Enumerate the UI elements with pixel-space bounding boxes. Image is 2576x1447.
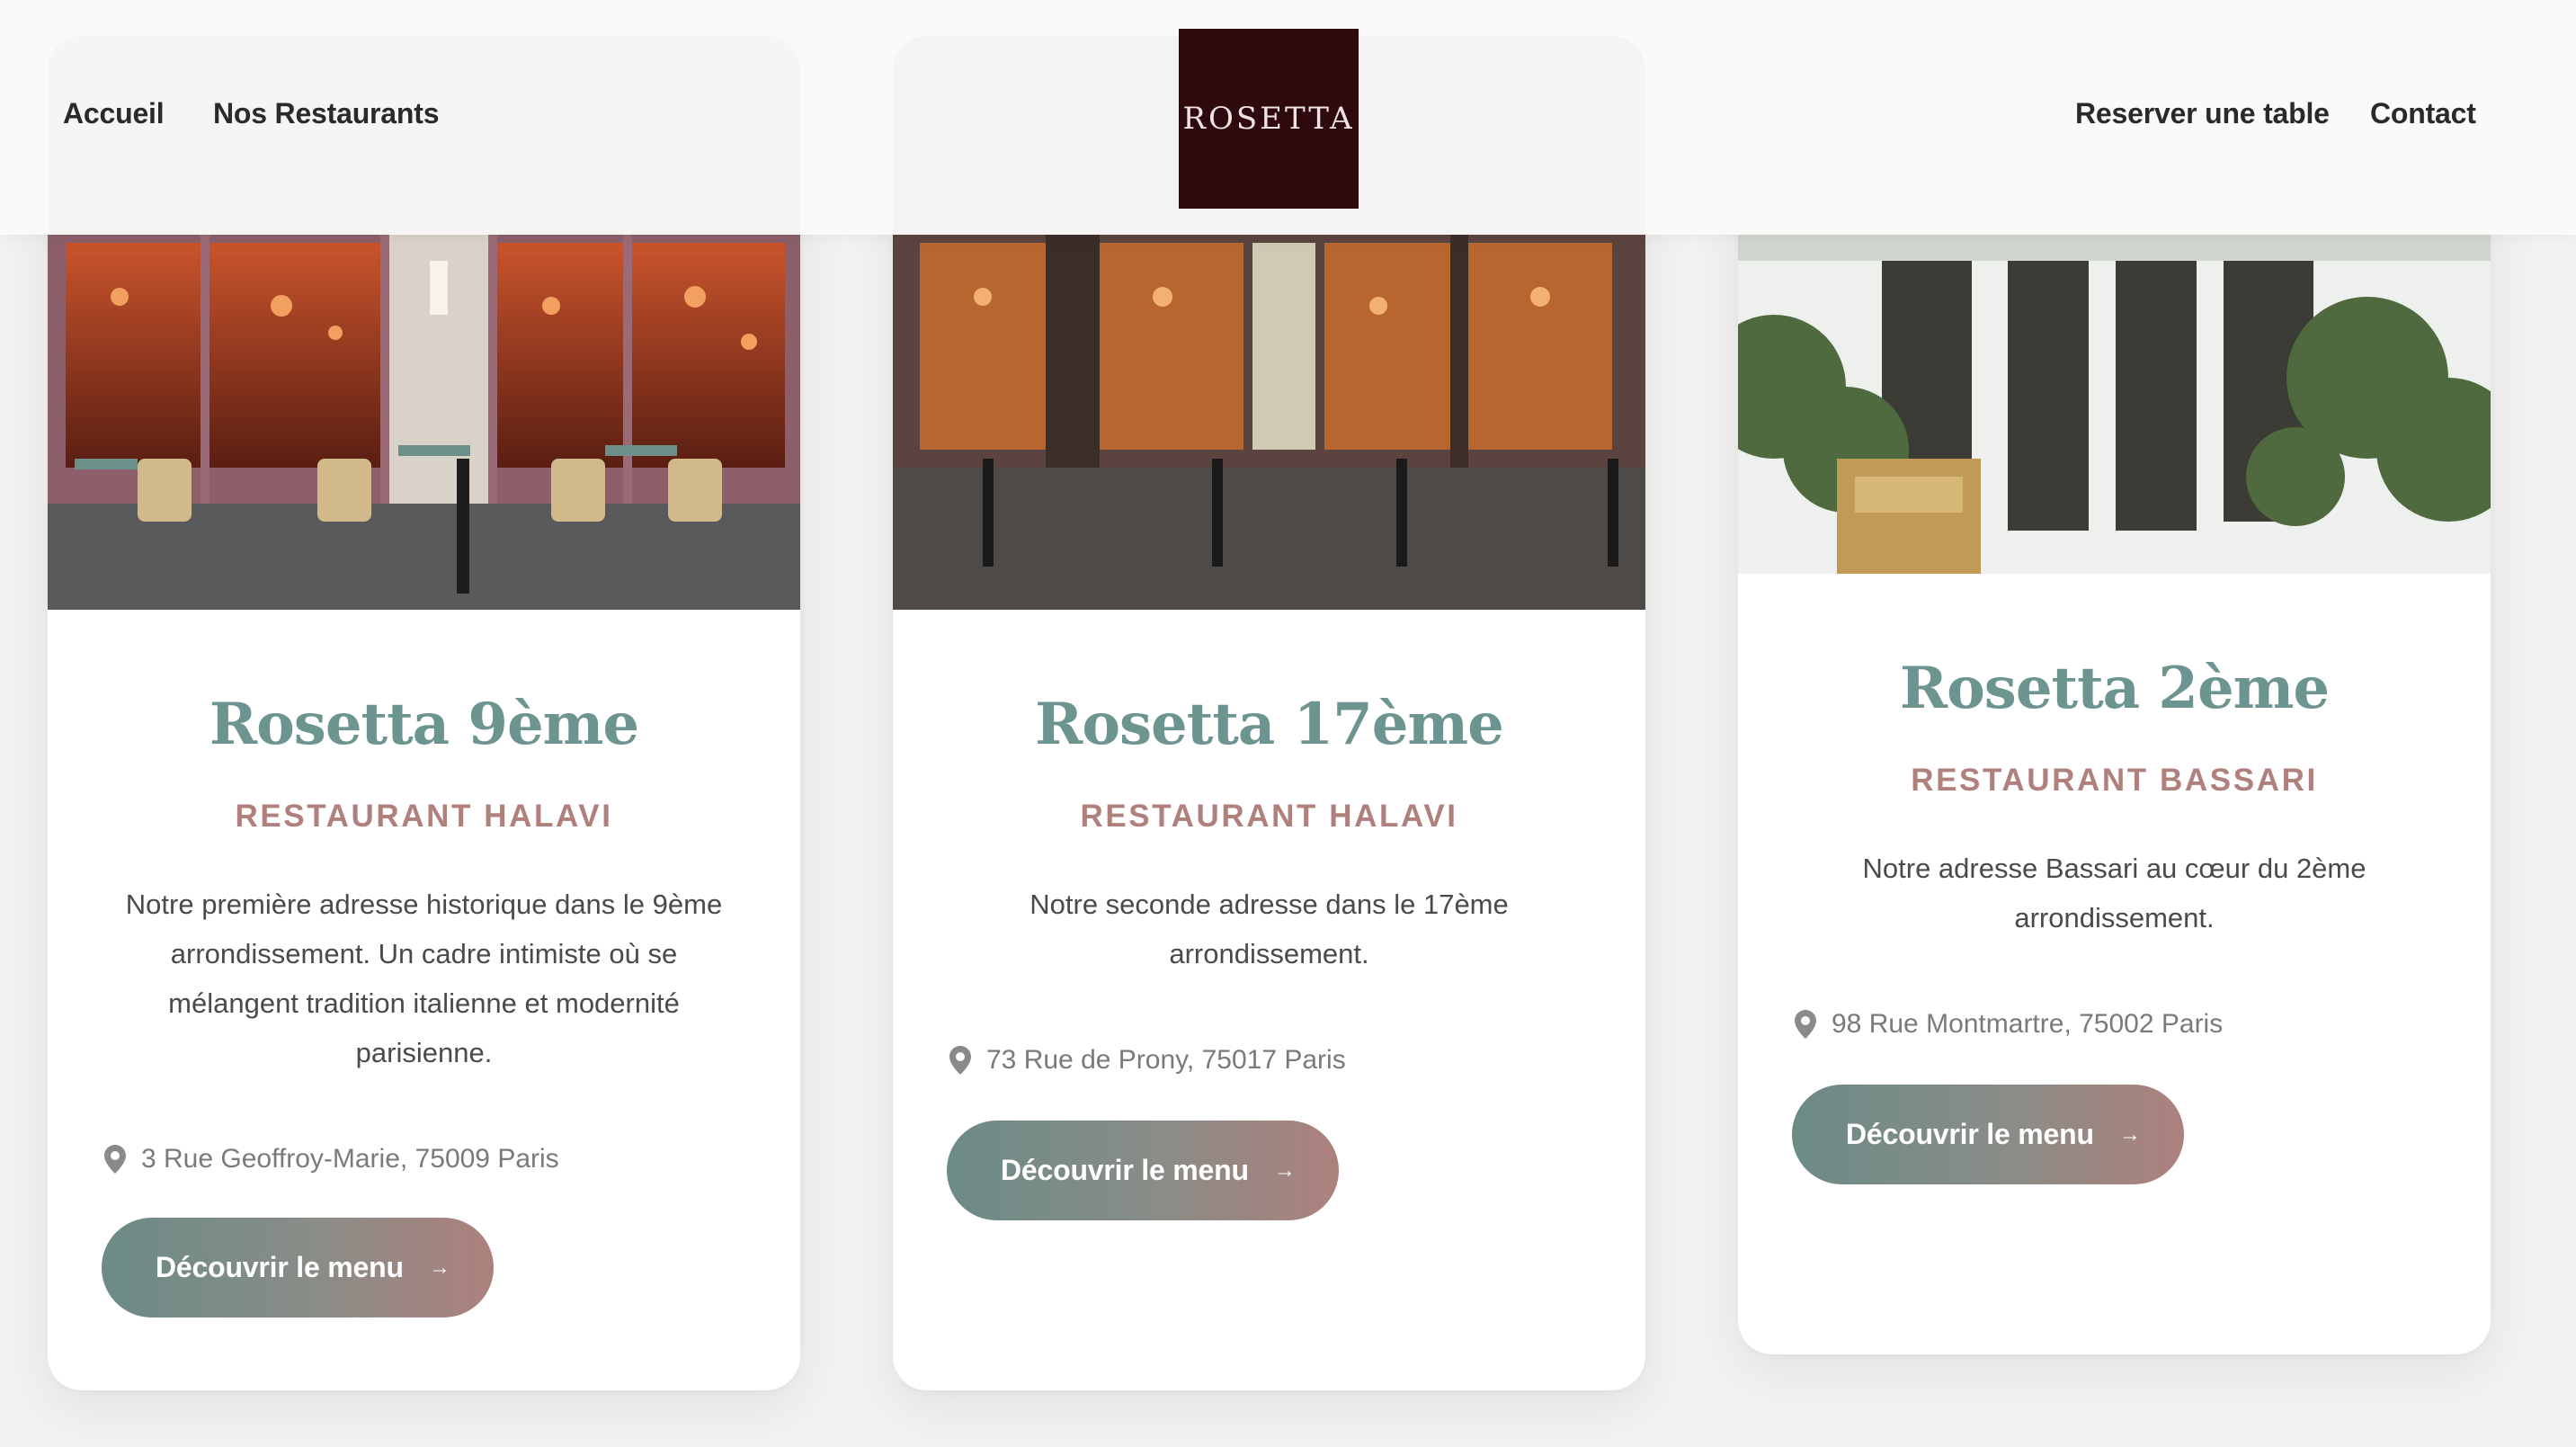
restaurant-address: 98 Rue Montmartre, 75002 Paris: [1794, 1009, 2223, 1040]
button-label: Découvrir le menu: [1846, 1118, 2094, 1150]
logo-text: ROSETTA: [1182, 101, 1355, 137]
restaurant-description: Notre première adresse historique dans l…: [125, 889, 723, 1068]
address-text: 98 Rue Montmartre, 75002 Paris: [1832, 1009, 2224, 1039]
restaurant-subtitle: RESTAURANT BASSARI: [1911, 763, 2318, 798]
restaurant-subtitle: RESTAURANT HALAVI: [235, 799, 613, 834]
restaurant-description: Notre seconde adresse dans le 17ème arro…: [1030, 889, 1509, 969]
discover-menu-button-2eme[interactable]: Découvrir le menu →: [1792, 1085, 2184, 1184]
discover-menu-button-17eme[interactable]: Découvrir le menu →: [947, 1121, 1339, 1220]
arrow-right-icon: →: [2118, 1121, 2141, 1147]
nav-contact[interactable]: Contact: [2370, 97, 2476, 130]
nav-reserver-une-table[interactable]: Reserver une table: [2075, 97, 2330, 130]
restaurant-title: Rosetta 17ème: [1035, 691, 1504, 758]
rosetta-logo[interactable]: ROSETTA: [1179, 29, 1359, 209]
restaurant-title: Rosetta 9ème: [209, 691, 639, 758]
restaurant-address: 73 Rue de Prony, 75017 Paris: [949, 1045, 1346, 1076]
map-pin-icon: [1795, 1010, 1816, 1039]
address-text: 3 Rue Geoffroy-Marie, 75009 Paris: [141, 1144, 559, 1174]
nav-nos-restaurants[interactable]: Nos Restaurants: [213, 97, 440, 130]
address-text: 73 Rue de Prony, 75017 Paris: [986, 1045, 1346, 1075]
site-header: Accueil Nos Restaurants ROSETTA Reserver…: [0, 0, 2576, 235]
map-pin-icon: [949, 1046, 971, 1075]
arrow-right-icon: →: [428, 1255, 450, 1280]
discover-menu-button-9eme[interactable]: Découvrir le menu →: [102, 1218, 494, 1317]
restaurant-title: Rosetta 2ème: [1899, 655, 2330, 722]
nav-accueil[interactable]: Accueil: [63, 97, 165, 130]
restaurant-address: 3 Rue Geoffroy-Marie, 75009 Paris: [103, 1144, 559, 1175]
restaurant-card-9eme: Rosetta 9ème RESTAURANT HALAVI Notre pre…: [48, 36, 800, 1390]
arrow-right-icon: →: [1273, 1157, 1296, 1183]
restaurant-subtitle: RESTAURANT HALAVI: [1080, 799, 1458, 834]
map-pin-icon: [104, 1145, 126, 1174]
button-label: Découvrir le menu: [1001, 1154, 1249, 1186]
button-label: Découvrir le menu: [156, 1251, 404, 1283]
restaurant-card-17eme: Rosetta 17ème RESTAURANT HALAVI Notre se…: [893, 36, 1645, 1390]
restaurant-description: Notre adresse Bassari au cœur du 2ème ar…: [1862, 853, 2367, 933]
